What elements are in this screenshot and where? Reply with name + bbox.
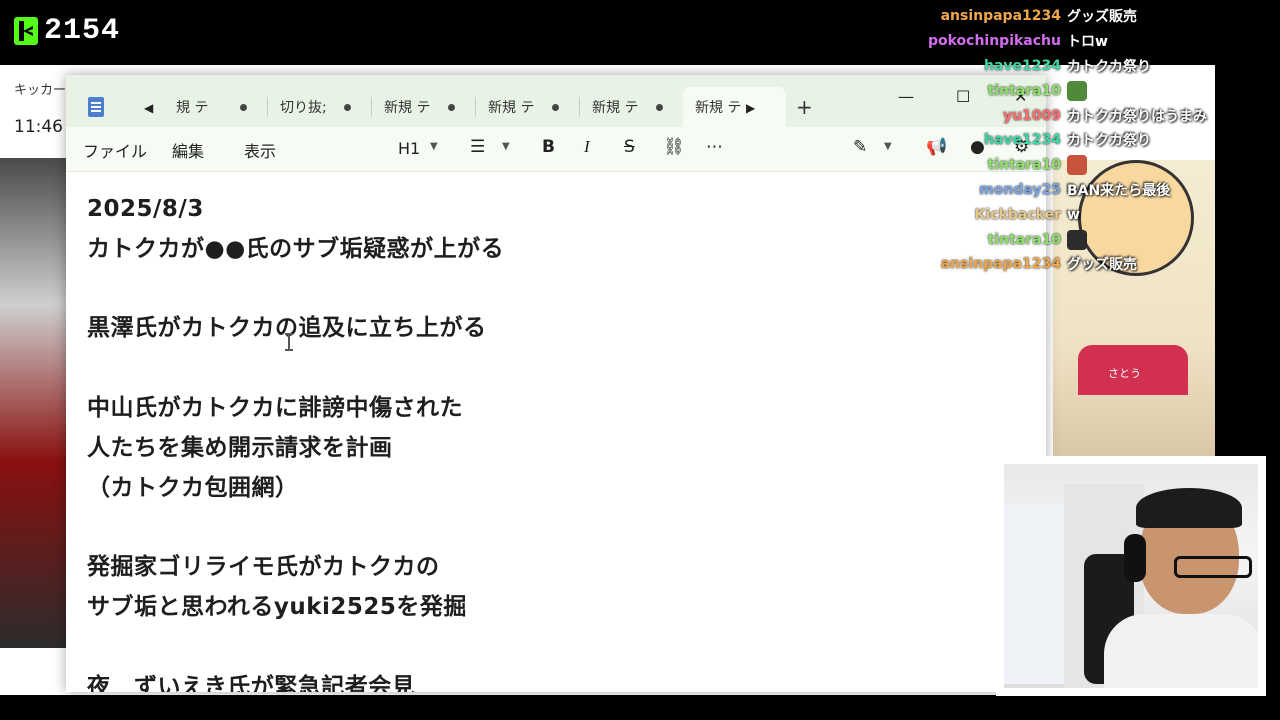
webcam-frame <box>996 456 1266 696</box>
tab-modified-dot-icon[interactable] <box>240 104 247 111</box>
tab-scroll-left-icon[interactable]: ◀ <box>144 101 153 115</box>
chat-username: have1234 <box>984 132 1061 149</box>
chat-text: カトクカ祭りはうまみ <box>1067 108 1207 125</box>
tab-label: 規 テ <box>176 100 209 116</box>
tab-label: 切り抜; <box>280 100 327 116</box>
headphones-icon <box>1124 534 1146 582</box>
chat-username: ansinpapa1234 <box>940 256 1061 273</box>
menu-view[interactable]: 表示 <box>244 138 276 162</box>
tab-scroll-right-icon[interactable]: ▶ <box>746 101 755 115</box>
webcam-shelf <box>1004 504 1068 684</box>
more-options-icon[interactable]: ⋯ <box>706 137 723 157</box>
tab-label: 新規 テ <box>384 100 431 116</box>
editor-line: 黒澤氏がカトクカの追及に立ち上がる <box>87 315 487 342</box>
emote-icon <box>1067 80 1087 101</box>
menu-edit[interactable]: 編集 <box>172 138 204 162</box>
bold-button[interactable]: B <box>542 137 555 157</box>
tab-modified-dot-icon[interactable] <box>656 104 663 111</box>
chat-text: カトクカ祭り <box>1067 133 1151 150</box>
chat-message: have1234 カトクカ祭り <box>840 54 1260 79</box>
chat-username: have1234 <box>984 57 1061 74</box>
chat-overlay: ansinpapa1234 グッズ販売 pokochinpikachu トロw … <box>840 4 1260 277</box>
italic-button[interactable]: I <box>584 137 590 157</box>
background-image <box>0 158 68 648</box>
chat-message: ansinpapa1234 グッズ販売 <box>840 252 1260 277</box>
list-icon[interactable]: ☰ <box>470 137 485 157</box>
editor-line: 人たちを集め開示請求を計画 <box>87 434 393 461</box>
new-tab-plus-icon[interactable]: + <box>796 95 813 119</box>
editor-line: 発掘家ゴリライモ氏がカトクカの <box>87 554 440 581</box>
tab-modified-dot-icon[interactable] <box>344 104 351 111</box>
link-icon[interactable]: ⛓ <box>663 137 685 157</box>
tab-2[interactable]: 切り抜; <box>268 87 371 127</box>
menu-file[interactable]: ファイル <box>83 138 147 162</box>
chat-message: ansinpapa1234 グッズ販売 <box>840 4 1260 29</box>
tab-1[interactable]: 規 テ <box>164 87 267 127</box>
tab-label: 新規 テ <box>695 100 742 116</box>
chat-message: have1234 カトクカ祭り <box>840 128 1260 153</box>
chat-username: tintara10 <box>987 157 1061 174</box>
glasses-icon <box>1174 556 1252 578</box>
chat-username: monday25 <box>979 181 1061 198</box>
emote-icon <box>1067 155 1087 176</box>
chat-message: tintara10 <box>840 153 1260 178</box>
tab-4[interactable]: 新規 テ <box>476 87 579 127</box>
emote-icon <box>1067 229 1087 250</box>
chat-message: tintara10 <box>840 78 1260 103</box>
chat-message: Kickbacker w <box>840 202 1260 227</box>
editor-line: 夜 ずいえき氏が緊急記者会見 <box>87 673 416 692</box>
editor-line: （カトクカ包囲網） <box>87 474 299 501</box>
chat-text: グッズ販売 <box>1067 257 1137 274</box>
chat-username: pokochinpikachu <box>927 33 1061 50</box>
strikethrough-button[interactable]: S <box>624 137 635 157</box>
webcam-person-shirt <box>1104 614 1258 688</box>
chat-message: pokochinpikachu トロw <box>840 29 1260 54</box>
chat-message: yu1009 カトクカ祭りはうまみ <box>840 103 1260 128</box>
tab-modified-dot-icon[interactable] <box>552 104 559 111</box>
chat-text: グッズ販売 <box>1067 9 1137 26</box>
chat-username: Kickbacker <box>974 206 1061 223</box>
tab-3[interactable]: 新規 テ <box>372 87 475 127</box>
tab-6-active[interactable]: 新規 テ <box>683 87 786 127</box>
tab-modified-dot-icon[interactable] <box>448 104 455 111</box>
webcam-video <box>1004 464 1258 688</box>
kick-logo-icon <box>14 17 38 45</box>
chat-message: monday25 BAN来たら最後 <box>840 178 1260 203</box>
chat-username: tintara10 <box>987 231 1061 248</box>
chevron-down-icon[interactable]: ▼ <box>430 141 438 152</box>
character-name: さとう <box>1108 367 1141 380</box>
tab-strip: 規 テ 切り抜; 新規 テ 新規 テ 新規 テ 新規 テ <box>164 87 786 127</box>
notepad-app-icon <box>88 97 104 117</box>
tab-label: 新規 テ <box>488 100 535 116</box>
chat-text: カトクカ祭り <box>1067 58 1151 75</box>
webcam-person-hair <box>1136 488 1242 528</box>
heading-dropdown[interactable]: H1 <box>398 139 420 158</box>
chat-text: BAN来たら最後 <box>1067 182 1171 199</box>
chat-text: w <box>1067 206 1080 223</box>
chevron-down-icon[interactable]: ▼ <box>502 141 510 152</box>
background-clock: 11:46 <box>14 117 63 137</box>
chat-text: トロw <box>1067 34 1108 51</box>
editor-line: サブ垢と思われるyuki2525を発掘 <box>87 593 467 620</box>
viewer-count: 2154 <box>44 14 121 48</box>
editor-line: 中山氏がカトクカに誹謗中傷された <box>87 394 463 421</box>
tab-5[interactable]: 新規 テ <box>580 87 683 127</box>
viewer-counter: 2154 <box>14 14 120 48</box>
chat-username: tintara10 <box>987 82 1061 99</box>
tab-label: 新規 テ <box>592 100 639 116</box>
text-cursor-ibeam-icon <box>285 333 293 351</box>
chat-username: yu1009 <box>1002 107 1061 124</box>
chat-message: tintara10 <box>840 227 1260 252</box>
chat-username: ansinpapa1234 <box>940 8 1061 25</box>
